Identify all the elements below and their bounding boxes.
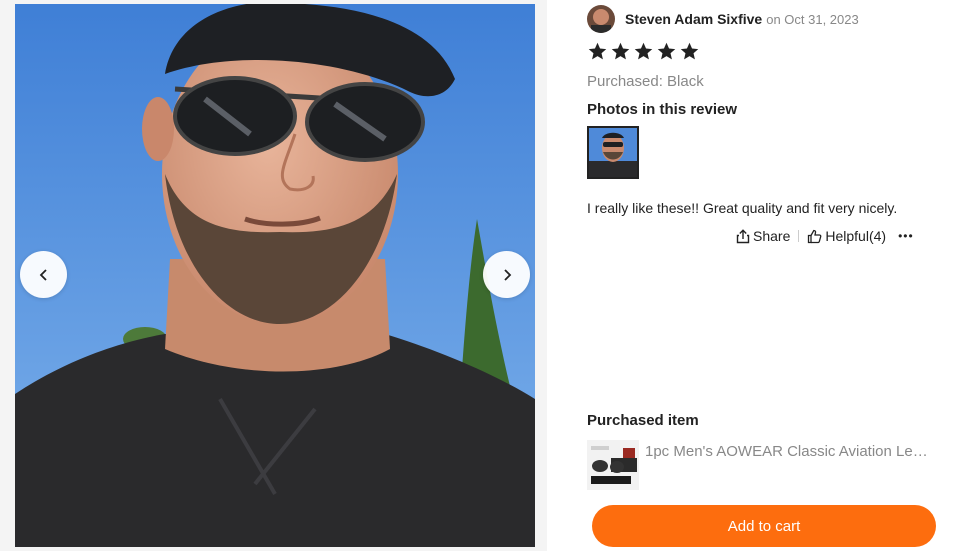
- chevron-left-icon: [39, 268, 47, 281]
- more-button[interactable]: •••: [898, 229, 914, 243]
- prev-photo-button[interactable]: [20, 251, 67, 298]
- product-title: 1pc Men's AOWEAR Classic Aviation Lens S…: [645, 443, 930, 460]
- star-icon: [611, 42, 630, 60]
- product-image: [587, 440, 639, 490]
- purchased-variant: Purchased: Black: [587, 73, 704, 90]
- photo-viewer: [0, 0, 547, 551]
- helpful-label: Helpful(4): [825, 228, 887, 244]
- share-icon: [736, 228, 750, 243]
- review-date: on Oct 31, 2023: [766, 11, 859, 27]
- star-icon: [657, 42, 676, 60]
- star-icon: [634, 42, 653, 60]
- share-label: Share: [753, 228, 791, 244]
- review-panel: Steven Adam Sixfive on Oct 31, 2023 Purc…: [587, 0, 947, 551]
- purchased-item-heading: Purchased item: [587, 412, 699, 429]
- more-icon: •••: [898, 229, 914, 243]
- avatar: [587, 5, 615, 33]
- star-rating: [587, 41, 700, 62]
- review-photo-thumbnail[interactable]: [587, 126, 639, 179]
- thumbs-up-icon: [808, 229, 822, 243]
- next-photo-button[interactable]: [483, 251, 530, 298]
- star-icon: [588, 42, 607, 60]
- helpful-button[interactable]: Helpful(4): [807, 228, 886, 244]
- review-author: Steven Adam Sixfive on Oct 31, 2023: [587, 5, 859, 33]
- share-button[interactable]: Share: [736, 228, 790, 244]
- author-name: Steven Adam Sixfive: [625, 11, 763, 27]
- review-text: I really like these!! Great quality and …: [587, 200, 898, 216]
- star-icon: [680, 42, 699, 60]
- add-to-cart-button[interactable]: Add to cart: [592, 505, 936, 547]
- review-photo: [15, 4, 535, 547]
- purchased-item-link[interactable]: 1pc Men's AOWEAR Classic Aviation Lens S…: [587, 440, 937, 490]
- review-actions: Share Helpful(4) •••: [736, 226, 914, 246]
- photos-heading: Photos in this review: [587, 101, 738, 118]
- action-divider: [798, 230, 800, 242]
- chevron-right-icon: [503, 268, 511, 281]
